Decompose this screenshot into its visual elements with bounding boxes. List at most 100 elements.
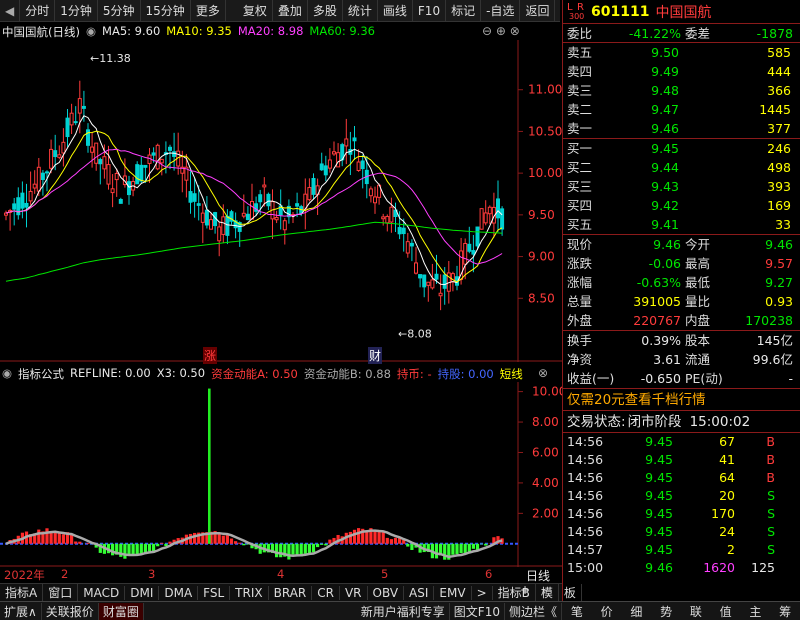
bid-row[interactable]: 买四 9.42 169	[563, 196, 800, 215]
tab-price[interactable]: 价	[592, 603, 622, 620]
tab-brar[interactable]: BRAR	[269, 585, 313, 600]
action-overlay[interactable]: 叠加	[273, 0, 308, 22]
candle	[352, 126, 357, 160]
period-1min[interactable]: 1分钟	[55, 0, 98, 22]
action-f10[interactable]: F10	[413, 0, 447, 22]
indicator-tick-label: 6.00	[532, 445, 559, 459]
wealth-circle-button[interactable]: 财富圈	[98, 602, 144, 620]
tab-indicator-a[interactable]: 指标A	[0, 584, 44, 601]
indicator-name[interactable]: 指标公式	[18, 366, 64, 382]
quote-label: 总量	[567, 294, 593, 309]
finance-tag[interactable]: 财	[368, 347, 383, 364]
tab-vr[interactable]: VR	[340, 585, 368, 600]
indicator-close-icon[interactable]: ⊗	[538, 366, 548, 380]
candle	[500, 206, 505, 236]
period-intraday[interactable]: 分时	[20, 0, 56, 22]
tab-window[interactable]: 窗口	[43, 584, 79, 601]
settings-dot-icon[interactable]: ◉	[86, 24, 96, 40]
price-tick-label: 10.50	[528, 124, 562, 138]
bid-row[interactable]: 买二 9.44 498	[563, 158, 800, 177]
tab-detail[interactable]: 细	[622, 603, 652, 620]
action-remove-fav[interactable]: -自选	[481, 0, 521, 22]
date-apr: 4	[277, 567, 285, 581]
quote-row: 外盘 220767 内盘 170238	[563, 311, 800, 330]
sidebar-toggle-button[interactable]: 侧边栏《	[505, 602, 562, 620]
fund-label: 净资	[567, 352, 593, 367]
tab-dma[interactable]: DMA	[159, 585, 199, 600]
tab-ticks[interactable]: 笔	[562, 603, 592, 620]
candle	[422, 274, 427, 298]
candle	[471, 235, 476, 273]
zoom-out-button[interactable]: −	[542, 583, 552, 597]
candle	[49, 139, 54, 174]
action-draw[interactable]: 画线	[378, 0, 413, 22]
candle	[250, 183, 254, 220]
action-adjust[interactable]: 复权	[238, 0, 273, 22]
indicator-dot-icon[interactable]: ◉	[2, 366, 12, 382]
daily-label[interactable]: 日线	[526, 567, 550, 584]
action-stats[interactable]: 统计	[343, 0, 378, 22]
tab-asi[interactable]: ASI	[404, 585, 435, 600]
bid-row[interactable]: 买三 9.43 393	[563, 177, 800, 196]
new-user-benefit-link[interactable]: 新用户福利专享	[357, 602, 450, 620]
period-5min[interactable]: 5分钟	[98, 0, 141, 22]
tick-row: 14:56 9.45 20 S	[563, 487, 800, 505]
ask-row[interactable]: 卖三 9.48 366	[563, 81, 800, 100]
bid-row[interactable]: 买五 9.41 33	[563, 215, 800, 234]
indicator-chart[interactable]: 10.00 8.00 6.00 4.00 2.00	[0, 382, 562, 567]
tab-fsl[interactable]: FSL	[198, 585, 231, 600]
main-chart-legend: 中国国航(日线) ◉ MA5: 9.60 MA10: 9.35 MA20: 8.…	[2, 24, 375, 40]
ask-row[interactable]: 卖四 9.49 444	[563, 62, 800, 81]
expand-icon[interactable]: ⊕	[496, 24, 506, 38]
candle	[20, 181, 25, 219]
limit-up-tag[interactable]: 涨	[203, 347, 218, 364]
tab-trix[interactable]: TRIX	[230, 585, 269, 600]
action-multi[interactable]: 多股	[308, 0, 343, 22]
ma10-line	[5, 130, 503, 283]
tab-value[interactable]: 值	[711, 603, 741, 620]
f10-graphic-button[interactable]: 图文F10	[450, 602, 505, 620]
close-icon[interactable]: ⊗	[510, 24, 520, 38]
tab-macd[interactable]: MACD	[78, 585, 126, 600]
ask-row[interactable]: 卖二 9.47 1445	[563, 100, 800, 119]
period-more[interactable]: 更多	[191, 0, 226, 22]
date-may: 5	[381, 567, 389, 581]
candle	[418, 274, 423, 288]
tab-dmi[interactable]: DMI	[125, 585, 160, 600]
trade-status: 交易状态: 闭市阶段 15:00:02	[563, 411, 800, 433]
candle	[98, 157, 103, 185]
candle	[217, 222, 222, 257]
ask-row[interactable]: 卖一 9.46 377	[563, 119, 800, 138]
tab-chips[interactable]: 筹	[770, 603, 800, 620]
depth-promo-link[interactable]: 仅需20元查看千档行情	[563, 389, 800, 411]
candle	[405, 232, 410, 258]
collapse-triangle-icon[interactable]: ◀	[0, 0, 21, 22]
indicator-bar	[156, 543, 160, 547]
zoom-in-button[interactable]: +	[520, 583, 530, 597]
book-price: 9.50	[651, 45, 679, 60]
action-mark[interactable]: 标记	[446, 0, 482, 22]
candle	[278, 189, 283, 230]
candle	[69, 103, 74, 135]
tab-cr[interactable]: CR	[312, 585, 340, 600]
book-volume: 33	[775, 217, 791, 232]
tab-obv[interactable]: OBV	[368, 585, 405, 600]
market-badge: L R 300	[567, 1, 585, 21]
quote-row: 现价 9.46 今开 9.46	[563, 235, 800, 254]
tab-main[interactable]: 主	[741, 603, 771, 620]
expand-button[interactable]: 扩展∧	[0, 602, 42, 620]
fund-value: 3.61	[653, 352, 681, 367]
tab-scroll-right[interactable]: >	[472, 585, 493, 600]
price-tick-label: 10.00	[528, 166, 562, 180]
zoom-out-icon[interactable]: ⊖	[482, 24, 492, 38]
period-15min[interactable]: 15分钟	[141, 0, 191, 22]
tab-emv[interactable]: EMV	[434, 585, 472, 600]
action-back[interactable]: 返回	[520, 0, 556, 22]
ask-row[interactable]: 卖五 9.50 585	[563, 43, 800, 62]
bid-row[interactable]: 买一 9.45 246	[563, 139, 800, 158]
tab-trend[interactable]: 势	[651, 603, 681, 620]
related-quotes-button[interactable]: 关联报价	[42, 602, 99, 620]
tab-related[interactable]: 联	[681, 603, 711, 620]
book-level-label: 卖一	[567, 121, 593, 136]
candlestick-chart[interactable]: 11.00 10.50 10.00 9.50 9.00 8.50 ←11.38 ←8.08	[0, 40, 562, 362]
